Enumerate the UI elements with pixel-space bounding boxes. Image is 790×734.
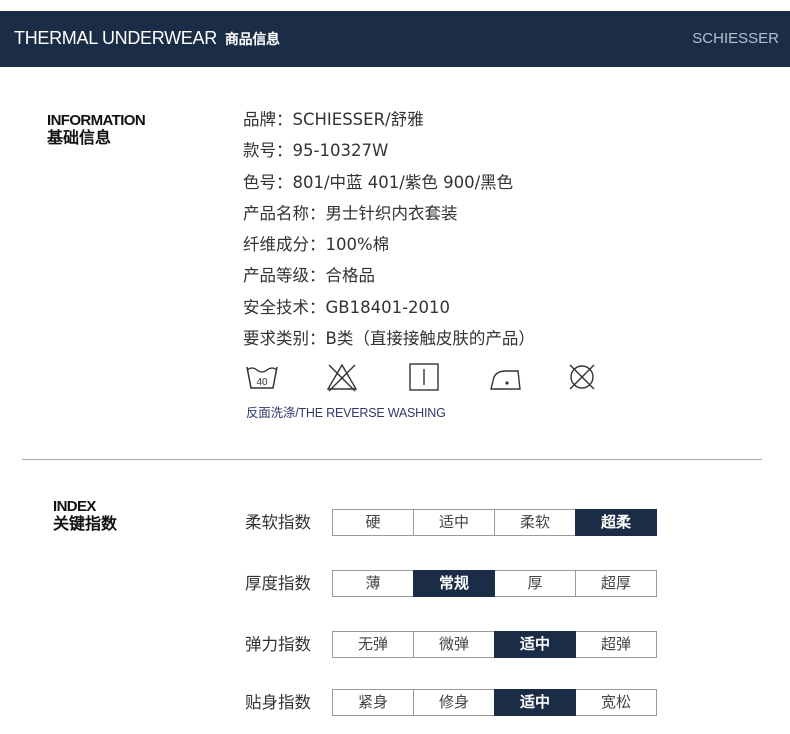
title-cn: 商品信息 bbox=[224, 32, 280, 48]
index-row-label: 贴身指数 bbox=[245, 693, 311, 712]
index-scale: 紧身 修身 适中 宽松 bbox=[332, 689, 657, 716]
index-option: 适中 bbox=[413, 509, 495, 536]
index-row-label: 弹力指数 bbox=[245, 635, 311, 654]
iron-low-icon bbox=[490, 370, 521, 390]
index-option: 宽松 bbox=[575, 689, 657, 716]
index-row-label: 柔软指数 bbox=[245, 513, 311, 532]
index-option-selected: 超柔 bbox=[575, 509, 657, 536]
info-item: 色号：801/中蓝 401/紫色 900/黑色 bbox=[243, 172, 514, 192]
information-label-en: INFORMATION bbox=[47, 112, 146, 129]
index-option: 硬 bbox=[332, 509, 414, 536]
section-divider bbox=[22, 459, 762, 460]
info-list: 品牌：SCHIESSER/舒雅 款号：95-10327W 色号：801/中蓝 4… bbox=[243, 106, 535, 356]
title-en: THERMAL UNDERWEAR bbox=[14, 28, 217, 48]
index-option: 修身 bbox=[413, 689, 495, 716]
index-scale: 薄 常规 厚 超厚 bbox=[332, 570, 657, 597]
info-item: 产品名称：男士针织内衣套装 bbox=[243, 203, 458, 223]
care-icons: 40 bbox=[245, 362, 615, 396]
index-option-selected: 适中 bbox=[494, 631, 576, 658]
info-item: 款号：95-10327W bbox=[243, 141, 389, 161]
header-bar: THERMAL UNDERWEAR 商品信息 SCHIESSER bbox=[0, 11, 790, 67]
information-section-label: INFORMATION 基础信息 bbox=[47, 112, 146, 148]
info-item: 纤维成分：100%棉 bbox=[243, 235, 390, 255]
index-option: 微弹 bbox=[413, 631, 495, 658]
info-item: 产品等级：合格品 bbox=[243, 266, 375, 286]
index-scale: 无弹 微弹 适中 超弹 bbox=[332, 631, 657, 658]
index-option: 厚 bbox=[494, 570, 576, 597]
info-item: 要求类别：B类（直接接触皮肤的产品） bbox=[243, 329, 535, 349]
information-label-cn: 基础信息 bbox=[47, 128, 112, 147]
index-option: 薄 bbox=[332, 570, 414, 597]
index-option: 无弹 bbox=[332, 631, 414, 658]
index-option: 柔软 bbox=[494, 509, 576, 536]
wash-note: 反面洗涤/THE REVERSE WASHING bbox=[246, 406, 446, 420]
index-option: 紧身 bbox=[332, 689, 414, 716]
index-option: 超厚 bbox=[575, 570, 657, 597]
info-item: 品牌：SCHIESSER/舒雅 bbox=[243, 110, 424, 129]
page-title: THERMAL UNDERWEAR 商品信息 bbox=[14, 28, 280, 49]
index-option: 超弹 bbox=[575, 631, 657, 658]
index-label-en: INDEX bbox=[53, 498, 96, 515]
index-option-selected: 常规 bbox=[413, 570, 495, 597]
index-section-label: INDEX 关键指数 bbox=[53, 499, 117, 534]
brand-name: SCHIESSER bbox=[692, 30, 779, 47]
wash-temperature: 40 bbox=[256, 377, 268, 388]
index-scale: 硬 适中 柔软 超柔 bbox=[332, 509, 657, 536]
no-dry-clean-icon bbox=[569, 364, 595, 390]
index-label-cn: 关键指数 bbox=[53, 514, 118, 533]
index-option-selected: 适中 bbox=[494, 689, 576, 716]
info-item: 安全技术：GB18401-2010 bbox=[243, 297, 451, 317]
wash-40-icon: 40 bbox=[246, 366, 278, 389]
no-bleach-icon bbox=[326, 363, 358, 392]
index-row-label: 厚度指数 bbox=[245, 574, 311, 593]
line-dry-icon bbox=[409, 363, 439, 391]
